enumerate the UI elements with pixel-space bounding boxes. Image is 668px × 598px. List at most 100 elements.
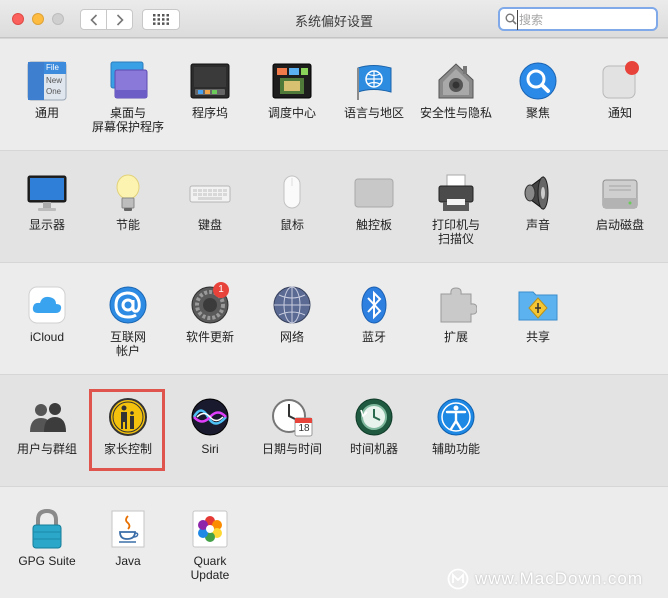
mouse-icon <box>271 172 313 214</box>
pane-label: 网络 <box>279 330 304 344</box>
pane-language-region[interactable]: 语言与地区 <box>333 60 415 120</box>
parental-controls-icon <box>107 396 149 438</box>
general-icon-text-one: One <box>46 87 62 96</box>
pane-label: 辅助功能 <box>431 442 480 456</box>
pane-java[interactable]: Java <box>87 508 169 568</box>
keyboard-icon <box>189 172 231 214</box>
macdown-logo-icon <box>447 568 469 590</box>
pane-keyboard[interactable]: 键盘 <box>169 172 251 232</box>
quark-update-icon <box>189 508 231 550</box>
pane-security-privacy[interactable]: 安全性与隐私 <box>415 60 497 120</box>
chevron-right-icon <box>116 13 124 26</box>
energy-saver-icon <box>107 172 149 214</box>
pane-label: 共享 <box>525 330 550 344</box>
update-badge: 1 <box>213 282 229 298</box>
pane-label: 用户与群组 <box>16 442 77 456</box>
pane-label: 家长控制 <box>103 442 152 456</box>
pane-label: Quark Update <box>190 554 230 582</box>
pane-time-machine[interactable]: 时间机器 <box>333 396 415 456</box>
pane-date-time[interactable]: 18 日期与时间 <box>251 396 333 456</box>
pane-spotlight[interactable]: 聚焦 <box>497 60 579 120</box>
pane-label: 语言与地区 <box>343 106 404 120</box>
spotlight-icon <box>517 60 559 102</box>
pane-label: 键盘 <box>197 218 222 232</box>
pane-gpg-suite[interactable]: GPG Suite <box>6 508 88 568</box>
pane-mission-control[interactable]: 调度中心 <box>251 60 333 120</box>
pane-label: 启动磁盘 <box>595 218 644 232</box>
calendar-date: 18 <box>298 423 310 434</box>
back-button[interactable] <box>80 9 107 30</box>
extensions-icon <box>435 284 478 326</box>
zoom-button[interactable] <box>52 13 64 25</box>
pane-label: 时间机器 <box>349 442 398 456</box>
pane-label: 打印机与 扫描仪 <box>431 218 480 246</box>
pane-label: 显示器 <box>28 218 65 232</box>
pane-accessibility[interactable]: 辅助功能 <box>415 396 497 456</box>
pane-label: 触控板 <box>355 218 392 232</box>
pane-general[interactable]: File New One 通用 <box>6 60 88 120</box>
pane-mouse[interactable]: 鼠标 <box>251 172 333 232</box>
chevron-left-icon <box>89 13 97 26</box>
dock-icon <box>189 60 231 102</box>
mission-control-icon <box>271 60 313 102</box>
date-time-icon: 18 <box>271 396 313 438</box>
software-update-icon: 1 <box>189 282 231 326</box>
pane-dock[interactable]: 程序坞 <box>169 60 251 120</box>
pane-trackpad[interactable]: 触控板 <box>333 172 415 232</box>
pane-label: 通用 <box>34 106 59 120</box>
pane-bluetooth[interactable]: 蓝牙 <box>333 284 415 344</box>
pane-parental-controls[interactable]: 家长控制 <box>87 396 169 456</box>
security-privacy-icon <box>435 60 477 102</box>
pane-label: 鼠标 <box>279 218 304 232</box>
pane-users-groups[interactable]: 用户与群组 <box>6 396 88 456</box>
pane-printer-scanner[interactable]: 打印机与 扫描仪 <box>415 172 497 246</box>
general-icon-text-file: File <box>46 63 59 72</box>
desktop-screensaver-icon <box>107 60 149 102</box>
forward-button[interactable] <box>106 9 133 30</box>
pane-startup-disk[interactable]: 启动磁盘 <box>579 172 661 232</box>
pane-sharing[interactable]: 共享 <box>497 284 579 344</box>
pane-energy-saver[interactable]: 节能 <box>87 172 169 232</box>
users-groups-icon <box>26 396 68 438</box>
show-all-button[interactable] <box>142 9 180 30</box>
pane-software-update[interactable]: 1 软件更新 <box>169 282 251 344</box>
pane-label: iCloud <box>29 330 65 344</box>
grid-icon <box>153 14 169 25</box>
pane-internet-accounts[interactable]: 互联网 帐户 <box>87 284 169 358</box>
title-bar: 系统偏好设置 <box>0 0 668 38</box>
pane-label: 软件更新 <box>185 330 234 344</box>
watermark: www.MacDown.com <box>447 568 643 590</box>
trackpad-icon <box>353 172 395 214</box>
pane-displays[interactable]: 显示器 <box>6 172 88 232</box>
general-icon-text-new: New <box>46 76 63 85</box>
pane-quark-update[interactable]: Quark Update <box>169 508 251 582</box>
accessibility-icon <box>435 396 477 438</box>
pane-siri[interactable]: Siri <box>169 396 251 456</box>
time-machine-icon <box>353 396 395 438</box>
pane-label: 通知 <box>607 106 632 120</box>
pane-label: Java <box>115 554 141 568</box>
pane-label: 程序坞 <box>191 106 228 120</box>
search-input[interactable] <box>517 10 651 30</box>
search-field[interactable] <box>498 7 658 31</box>
pane-sound[interactable]: 声音 <box>497 172 579 232</box>
displays-icon <box>26 172 68 214</box>
pane-extensions[interactable]: 扩展 <box>415 284 497 344</box>
language-region-icon <box>353 60 395 102</box>
pane-icloud[interactable]: iCloud <box>6 284 88 344</box>
icloud-icon <box>26 284 68 326</box>
close-button[interactable] <box>12 13 24 25</box>
pane-label: 桌面与 屏幕保护程序 <box>91 106 164 134</box>
pane-label: 蓝牙 <box>361 330 386 344</box>
gpg-suite-icon <box>26 508 68 550</box>
pane-notifications[interactable]: 通知 <box>579 60 661 120</box>
pane-desktop-screensaver[interactable]: 桌面与 屏幕保护程序 <box>87 60 169 134</box>
pane-network[interactable]: 网络 <box>251 284 333 344</box>
minimize-button[interactable] <box>32 13 44 25</box>
sharing-icon <box>517 284 559 326</box>
pane-label: 日期与时间 <box>261 442 322 456</box>
network-icon <box>271 284 313 326</box>
bluetooth-icon <box>353 284 395 326</box>
java-icon <box>107 508 149 550</box>
pane-label: 聚焦 <box>525 106 550 120</box>
